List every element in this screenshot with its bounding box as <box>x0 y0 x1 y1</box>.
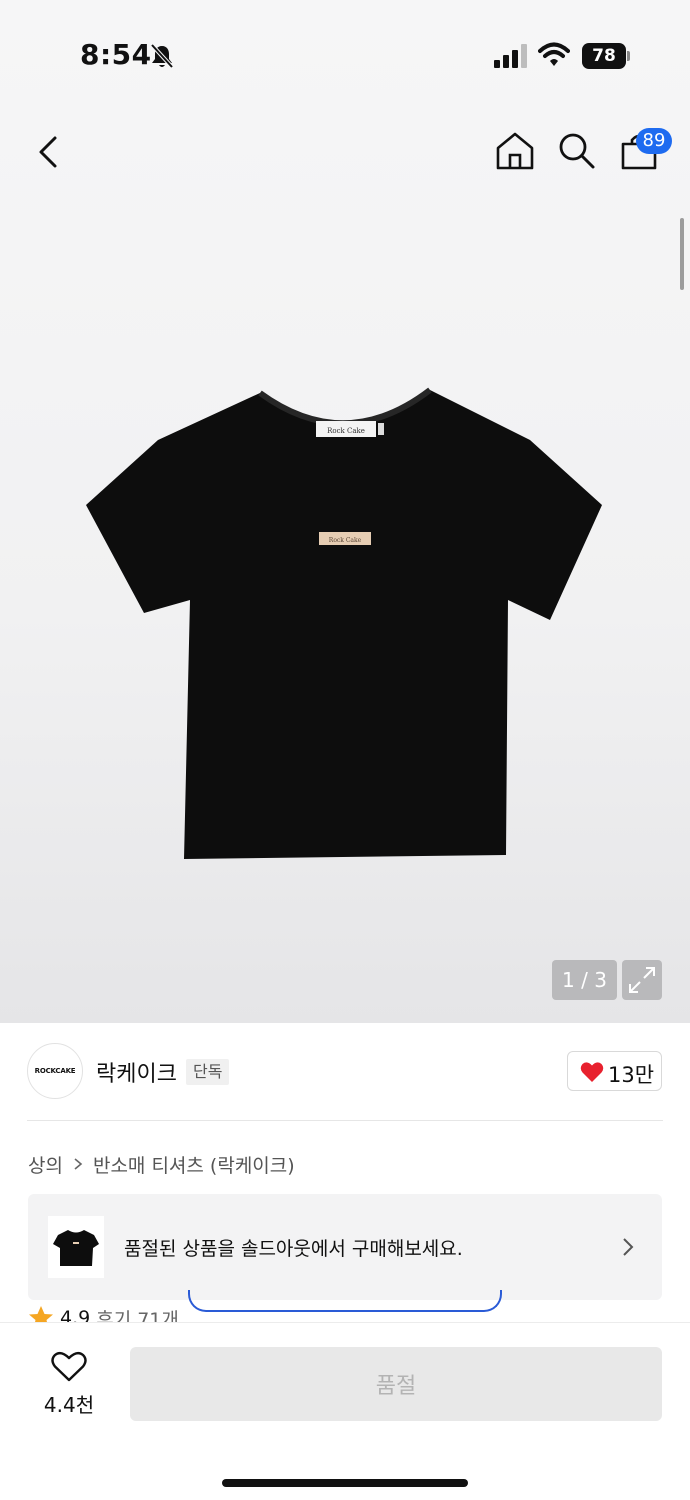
search-icon[interactable] <box>556 130 596 170</box>
breadcrumb-item-top[interactable]: 상의 <box>28 1151 63 1178</box>
soldout-banner[interactable]: 품절된 상품을 솔드아웃에서 구매해보세요. <box>28 1194 662 1300</box>
breadcrumb: 상의 반소매 티셔츠 (락케이크) <box>28 1150 295 1178</box>
home-indicator <box>222 1479 468 1487</box>
chevron-right-icon <box>74 1158 83 1170</box>
brand-logo[interactable]: ROCKCAKE <box>27 1043 83 1099</box>
wishlist-button[interactable]: 4.4천 <box>38 1351 100 1421</box>
battery-level: 78 <box>582 43 626 69</box>
home-icon[interactable] <box>494 130 536 172</box>
brand-name[interactable]: 락케이크 <box>96 1056 177 1088</box>
bell-off-icon <box>150 43 174 69</box>
signal-icon <box>494 44 527 68</box>
heart-outline-icon <box>51 1351 87 1382</box>
image-pager: 1 / 3 <box>552 960 617 1000</box>
status-time: 8:54 <box>80 38 152 71</box>
bottom-action-bar: 4.4천 품절 <box>0 1322 690 1500</box>
neck-label-text: Rock Cake <box>327 427 365 435</box>
brand-row: ROCKCAKE 락케이크 단독 13만 <box>0 1023 690 1123</box>
brand-like-button[interactable]: 13만 <box>567 1051 662 1091</box>
chest-label-text: Rock Cake <box>329 537 362 544</box>
wifi-icon <box>538 42 570 66</box>
banner-product-thumbnail <box>48 1216 104 1278</box>
breadcrumb-item-category[interactable]: 반소매 티셔츠 (락케이크) <box>93 1151 295 1178</box>
heart-filled-icon <box>580 1062 604 1082</box>
hidden-button-outline <box>188 1290 502 1312</box>
exclusive-tag: 단독 <box>186 1059 230 1085</box>
expand-icon[interactable] <box>622 960 662 1000</box>
divider <box>27 1120 663 1121</box>
battery-icon: 78 <box>582 43 630 69</box>
product-tshirt-image: Rock Cake Rock Cake <box>86 387 602 859</box>
soldout-button[interactable]: 품절 <box>130 1347 662 1421</box>
chevron-right-icon <box>623 1238 634 1256</box>
status-bar: 8:54 78 <box>0 0 690 110</box>
scrollbar[interactable] <box>680 218 684 290</box>
back-icon[interactable] <box>30 130 70 174</box>
banner-text: 품절된 상품을 솔드아웃에서 구매해보세요. <box>124 1238 463 1260</box>
wishlist-count: 4.4천 <box>43 1393 95 1417</box>
cart-count-badge[interactable]: 89 <box>636 128 672 154</box>
brand-like-count: 13만 <box>608 1063 655 1087</box>
